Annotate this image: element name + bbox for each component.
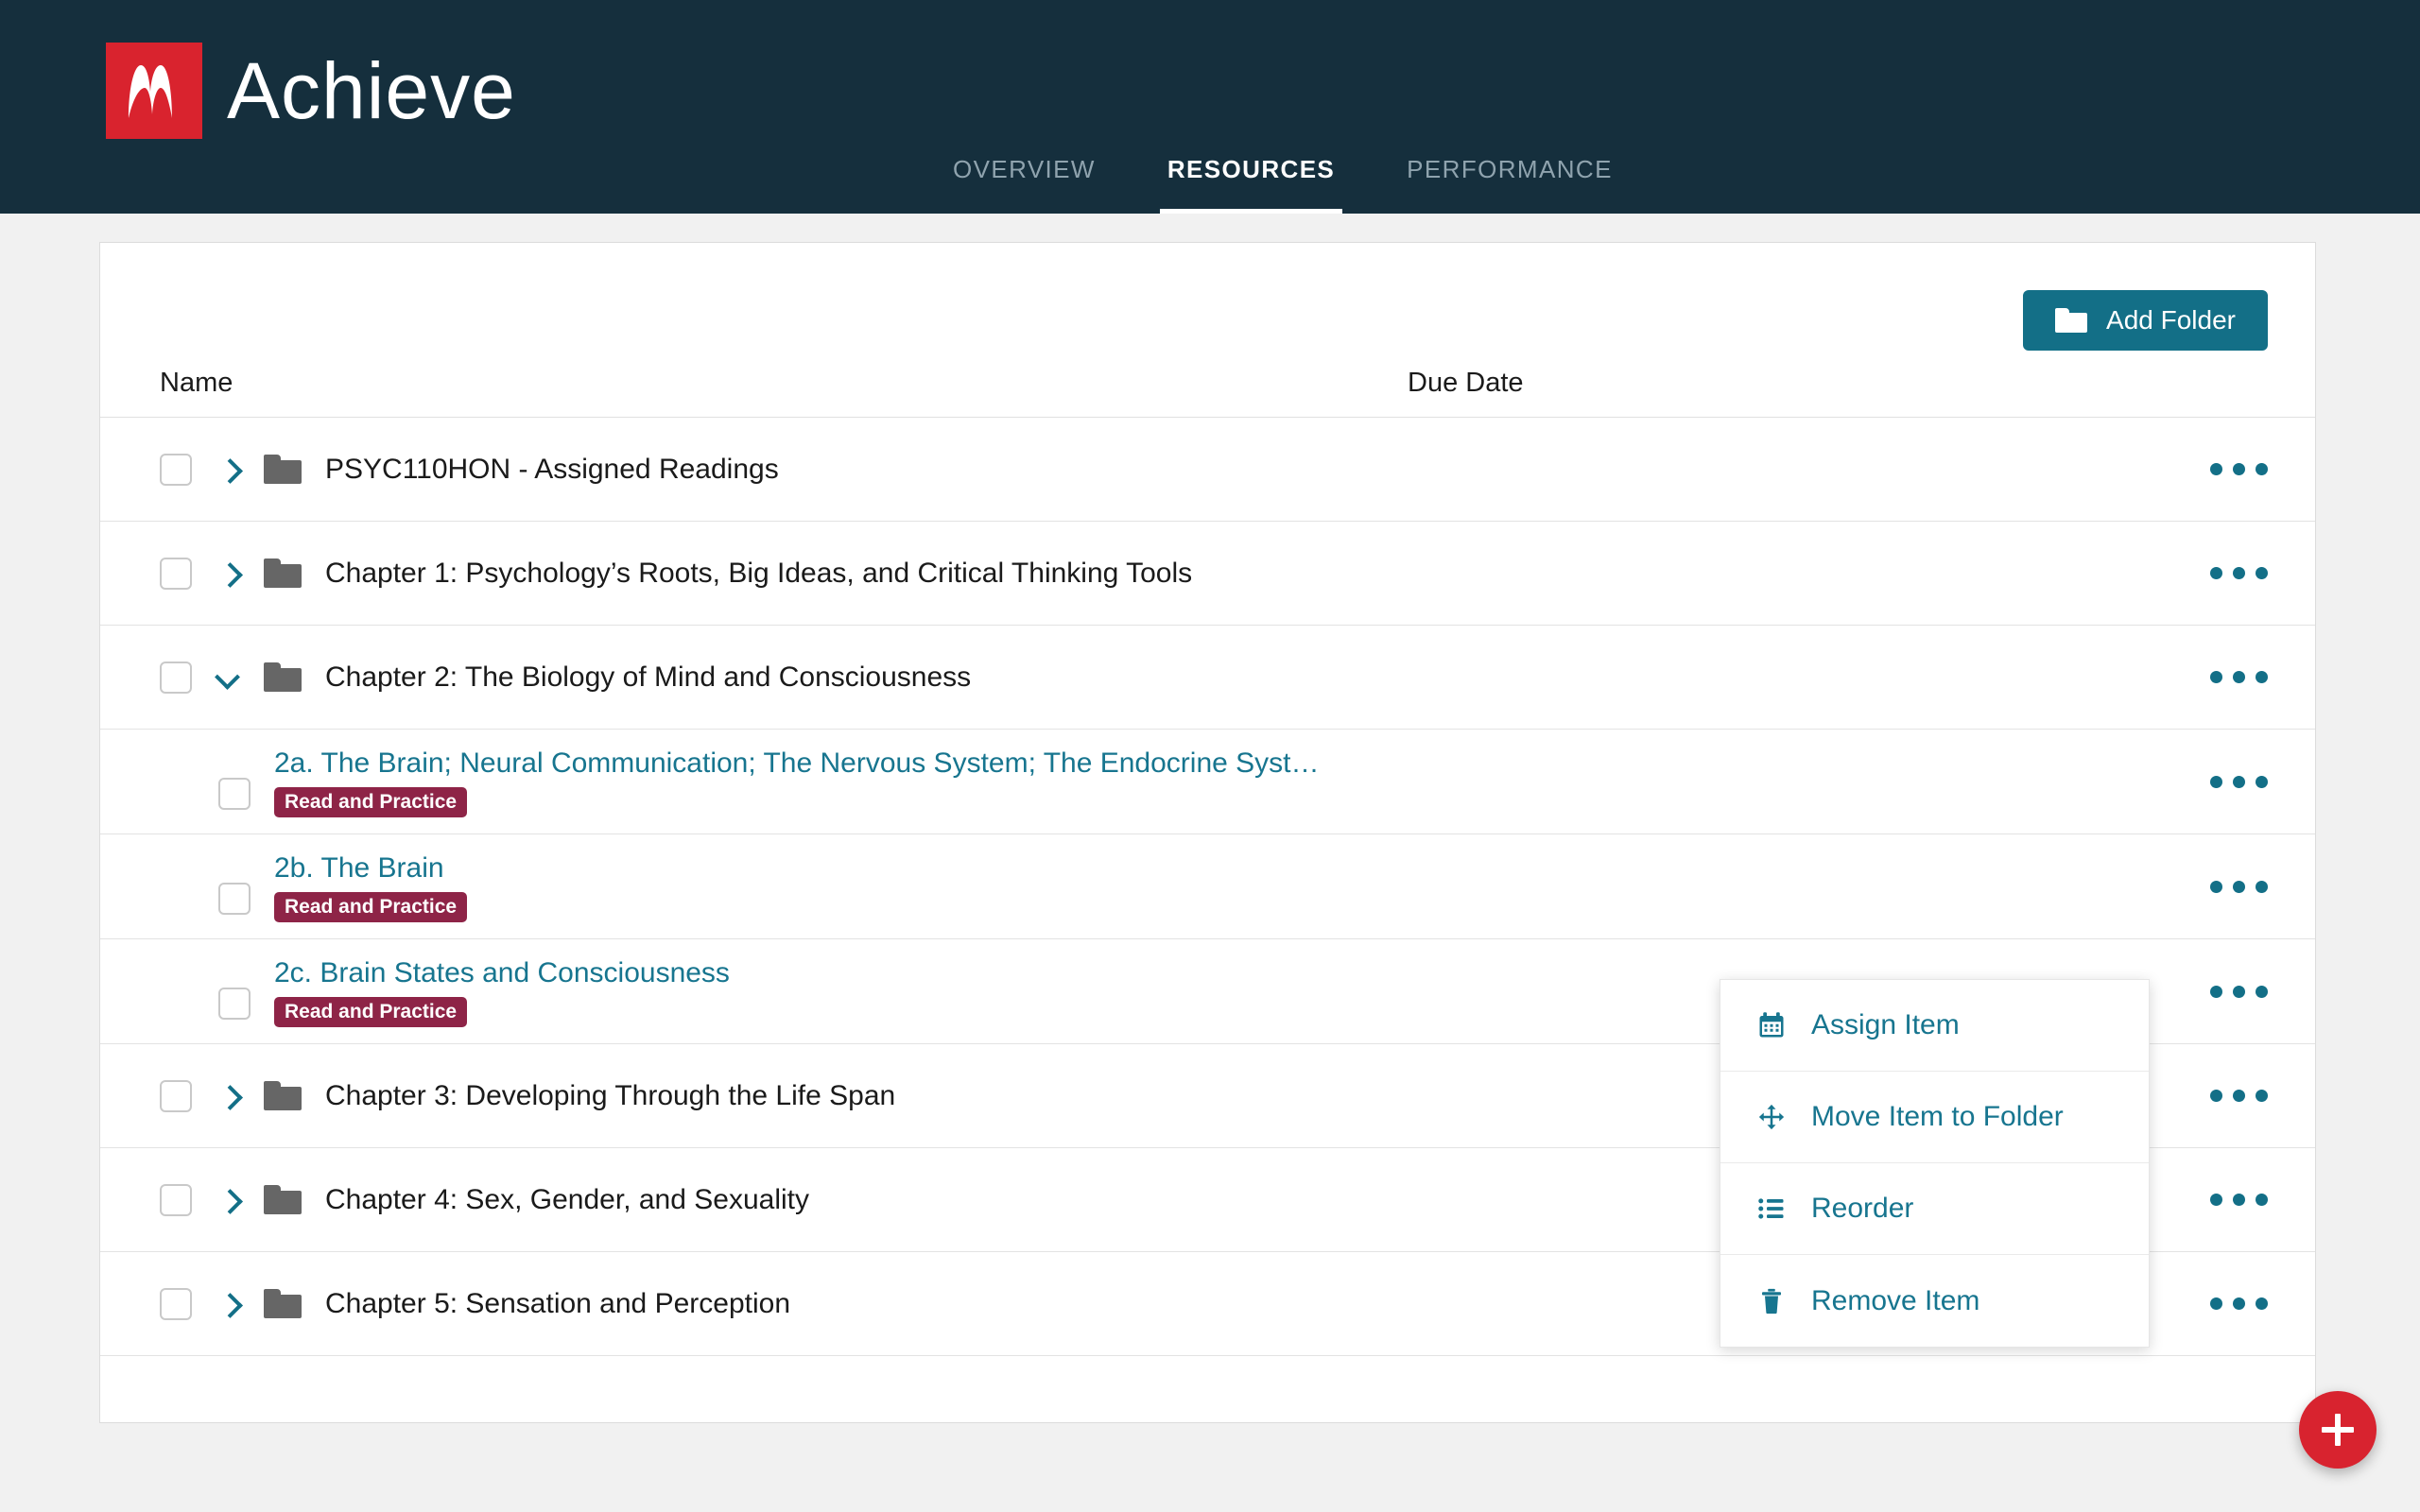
menu-item-label: Assign Item [1811,1009,1960,1040]
row-checkbox[interactable] [160,453,192,486]
row-title: Chapter 3: Developing Through the Life S… [325,1079,896,1111]
list-icon [1756,1194,1787,1224]
row-overflow-menu-button[interactable] [2210,463,2268,475]
row-checkbox[interactable] [218,778,251,810]
tab-performance[interactable]: PERFORMANCE [1399,155,1620,214]
folder-icon [264,455,302,484]
page-body: Add Folder Name Due Date PSYC110HON - As… [0,214,2420,1423]
row-title: Chapter 5: Sensation and Perception [325,1287,790,1319]
row-checkbox[interactable] [160,1079,192,1112]
item-body: 2c. Brain States and Consciousness Read … [274,955,730,1027]
folder-icon [264,1185,302,1214]
row-checkbox[interactable] [160,1287,192,1320]
menu-item-label: Remove Item [1811,1284,1980,1316]
status-badge: Read and Practice [274,997,468,1027]
row-overflow-menu-button[interactable] [2210,1194,2268,1206]
row-checkbox[interactable] [160,661,192,694]
tab-resources[interactable]: RESOURCES [1159,155,1343,214]
row-title: Chapter 1: Psychology’s Roots, Big Ideas… [325,557,1193,589]
menu-item-label: Move Item to Folder [1811,1101,2064,1132]
row-lead: 2c. Brain States and Consciousness Read … [218,955,730,1027]
menu-item-move-item-to-folder[interactable]: Move Item to Folder [1720,1072,2149,1163]
table-row[interactable]: Chapter 1: Psychology’s Roots, Big Ideas… [100,522,2315,626]
folder-icon [264,662,302,692]
table-row[interactable]: PSYC110HON - Assigned Readings [100,418,2315,522]
row-title: Chapter 4: Sex, Gender, and Sexuality [325,1183,809,1215]
row-lead: Chapter 3: Developing Through the Life S… [160,1079,896,1112]
item-body: 2b. The Brain Read and Practice [274,850,468,922]
item-body: 2a. The Brain; Neural Communication; The… [274,746,1320,817]
row-checkbox[interactable] [218,883,251,915]
row-context-menu: Assign Item Move Item to Folder Reorder [1720,979,2150,1348]
row-checkbox[interactable] [160,1183,192,1216]
folder-icon [264,558,302,588]
card-toolbar: Add Folder [100,243,2315,383]
row-checkbox[interactable] [160,557,192,590]
table-row[interactable]: 2b. The Brain Read and Practice [100,834,2315,939]
row-overflow-menu-button[interactable] [2210,880,2268,893]
item-link[interactable]: 2b. The Brain [274,852,467,885]
status-badge: Read and Practice [274,892,468,922]
calendar-icon [1756,1010,1787,1040]
chevron-right-icon[interactable] [216,1188,240,1212]
row-title: Chapter 2: The Biology of Mind and Consc… [325,661,972,693]
row-lead: 2b. The Brain Read and Practice [218,850,468,922]
row-overflow-menu-button[interactable] [2210,567,2268,579]
chevron-down-icon[interactable] [216,665,240,690]
item-link[interactable]: 2a. The Brain; Neural Communication; The… [274,747,1320,780]
add-folder-button[interactable]: Add Folder [2023,290,2268,351]
row-lead: PSYC110HON - Assigned Readings [160,453,779,486]
row-title: PSYC110HON - Assigned Readings [325,453,779,485]
item-link[interactable]: 2c. Brain States and Consciousness [274,957,730,989]
primary-nav: OVERVIEW RESOURCES PERFORMANCE [945,119,1620,214]
tab-overview[interactable]: OVERVIEW [945,155,1103,214]
folder-icon [264,1081,302,1110]
row-checkbox[interactable] [218,988,251,1020]
row-overflow-menu-button[interactable] [2210,671,2268,683]
chevron-right-icon[interactable] [216,457,240,482]
status-badge: Read and Practice [274,787,468,817]
table-row[interactable]: Chapter 2: The Biology of Mind and Consc… [100,626,2315,730]
row-lead: Chapter 2: The Biology of Mind and Consc… [160,661,972,694]
brand-wordmark: Achieve [227,46,516,135]
menu-item-remove-item[interactable]: Remove Item [1720,1255,2149,1347]
row-overflow-menu-button[interactable] [2210,1090,2268,1102]
brand-logo: Achieve [106,43,541,139]
table-header: Name Due Date [100,368,2315,418]
macmillan-logo-icon [106,43,202,139]
move-arrows-icon [1756,1102,1787,1132]
row-lead: 2a. The Brain; Neural Communication; The… [218,746,1320,817]
row-overflow-menu-button[interactable] [2210,985,2268,998]
menu-item-assign-item[interactable]: Assign Item [1720,980,2149,1072]
add-folder-label: Add Folder [2106,305,2236,335]
table-row[interactable]: 2a. The Brain; Neural Communication; The… [100,730,2315,834]
row-overflow-menu-button[interactable] [2210,775,2268,788]
folder-icon [2055,308,2088,333]
folder-icon [264,1289,302,1318]
trash-icon [1756,1286,1787,1316]
chevron-right-icon[interactable] [216,1084,240,1108]
column-header-due-date: Due Date [1408,367,1524,398]
menu-item-label: Reorder [1811,1193,1914,1224]
column-header-name: Name [160,367,233,398]
chevron-right-icon[interactable] [216,1292,240,1316]
row-lead: Chapter 5: Sensation and Perception [160,1287,790,1320]
add-resource-fab[interactable] [2299,1391,2377,1469]
row-lead: Chapter 4: Sex, Gender, and Sexuality [160,1183,809,1216]
app-header: Achieve OVERVIEW RESOURCES PERFORMANCE [0,0,2420,214]
menu-item-reorder[interactable]: Reorder [1720,1163,2149,1255]
row-lead: Chapter 1: Psychology’s Roots, Big Ideas… [160,557,1193,590]
row-overflow-menu-button[interactable] [2210,1297,2268,1310]
chevron-right-icon[interactable] [216,561,240,586]
